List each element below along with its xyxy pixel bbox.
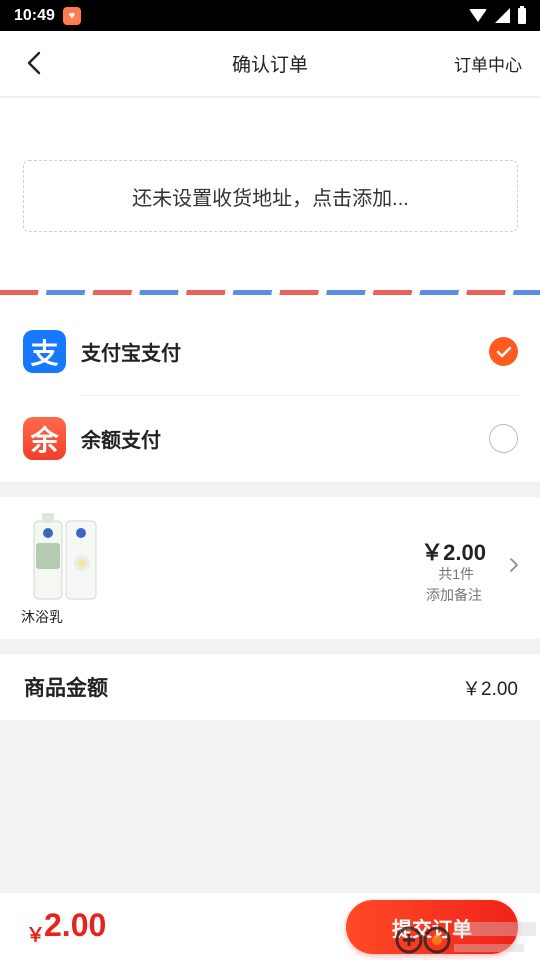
total-amount: 2.00	[44, 907, 107, 943]
goods-amount-row: 商品金额 ￥2.00	[0, 654, 540, 720]
status-time: 10:49	[14, 6, 55, 24]
back-button[interactable]	[22, 51, 46, 75]
balance-icon: 余	[23, 417, 66, 460]
back-arrow-icon	[27, 51, 41, 75]
product-item[interactable]: 沐浴乳 ￥2.00 共1件 添加备注	[0, 497, 540, 639]
app-notification-icon: ♥	[62, 6, 81, 25]
address-section: 还未设置收货地址，点击添加...	[0, 98, 540, 308]
payment-option-label: 支付宝支付	[81, 343, 181, 365]
product-name: 沐浴乳	[21, 609, 63, 625]
balance-radio-unchecked[interactable]	[489, 424, 518, 453]
product-price: ￥2.00	[421, 540, 486, 565]
goods-amount-value: ￥2.00	[462, 678, 518, 700]
top-nav-bar: 确认订单 订单中心	[0, 31, 540, 97]
signal-icon	[495, 8, 510, 23]
currency-symbol: ￥	[26, 925, 46, 946]
chevron-right-icon	[510, 558, 518, 572]
address-placeholder: 还未设置收货地址，点击添加...	[132, 187, 409, 210]
checkmark-icon	[496, 346, 511, 357]
payment-option-label: 余额支付	[81, 430, 161, 452]
payment-option-alipay[interactable]: 支 支付宝支付	[0, 308, 540, 395]
wifi-icon	[469, 9, 487, 22]
airmail-stripe-divider	[0, 290, 540, 295]
payment-method-section: 支 支付宝支付 余 余额支付	[0, 308, 540, 482]
battery-icon	[518, 5, 526, 24]
status-icons	[469, 5, 526, 24]
add-address-button[interactable]: 还未设置收货地址，点击添加...	[23, 160, 518, 232]
product-count: 共1件	[438, 566, 474, 582]
product-image	[33, 513, 97, 600]
order-center-link[interactable]: 订单中心	[454, 51, 522, 76]
alipay-icon: 支	[23, 330, 66, 373]
add-remark-link[interactable]: 添加备注	[426, 585, 482, 605]
status-bar: 10:49 ♥	[0, 0, 540, 31]
watermark-logo	[395, 922, 536, 954]
goods-amount-label: 商品金额	[24, 677, 108, 700]
payment-option-balance[interactable]: 余 余额支付	[0, 395, 540, 482]
alipay-radio-checked[interactable]	[489, 337, 518, 366]
